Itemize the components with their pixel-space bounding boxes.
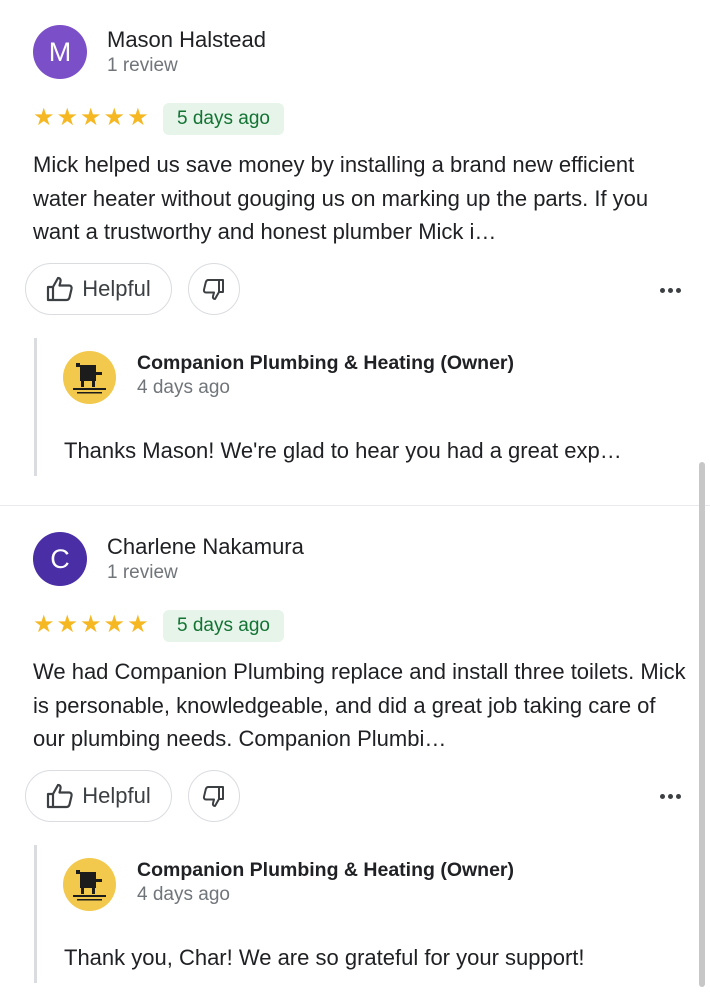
avatar[interactable]: M — [33, 25, 87, 79]
reply-date: 4 days ago — [137, 884, 230, 905]
not-helpful-button[interactable] — [188, 770, 240, 822]
star-rating: ★ ★ ★ ★ ★ — [33, 613, 149, 637]
helpful-button[interactable]: Helpful — [25, 263, 172, 315]
star-icon: ★ — [80, 104, 102, 131]
star-rating: ★ ★ ★ ★ ★ — [33, 106, 149, 130]
owner-reply-bar — [34, 338, 37, 476]
review-date-badge: 5 days ago — [163, 103, 284, 135]
thumbs-down-icon — [202, 786, 224, 807]
helpful-button[interactable]: Helpful — [25, 770, 172, 822]
star-icon: ★ — [127, 611, 149, 638]
more-options-button[interactable] — [652, 784, 688, 808]
review-card: M Mason Halstead 1 review ★ ★ ★ ★ ★ 5 da… — [0, 0, 710, 505]
owner-reply-text[interactable]: Thank you, Char! We are so grateful for … — [64, 945, 674, 971]
owner-logo[interactable] — [63, 858, 116, 911]
star-icon: ★ — [56, 104, 79, 131]
not-helpful-button[interactable] — [188, 263, 240, 315]
thumbs-down-icon — [202, 279, 224, 300]
star-icon: ★ — [103, 104, 126, 131]
helpful-label: Helpful — [82, 783, 151, 808]
review-text[interactable]: Mick helped us save money by installing … — [33, 148, 688, 249]
reviewer-name[interactable]: Charlene Nakamura — [107, 534, 304, 560]
star-icon: ★ — [33, 104, 55, 131]
review-count: 1 review — [107, 55, 178, 76]
review-divider — [0, 505, 710, 506]
owner-reply-text[interactable]: Thanks Mason! We're glad to hear you had… — [64, 438, 674, 464]
more-options-button[interactable] — [652, 278, 688, 302]
owner-name: Companion Plumbing & Heating (Owner) — [137, 352, 514, 374]
owner-name: Companion Plumbing & Heating (Owner) — [137, 859, 514, 881]
star-icon: ★ — [127, 104, 149, 131]
star-icon: ★ — [33, 611, 55, 638]
review-card: C Charlene Nakamura 1 review ★ ★ ★ ★ ★ 5… — [0, 507, 710, 1000]
review-date-badge: 5 days ago — [163, 610, 284, 642]
owner-logo[interactable] — [63, 351, 116, 404]
helpful-label: Helpful — [82, 276, 151, 301]
review-text[interactable]: We had Companion Plumbing replace and in… — [33, 655, 688, 756]
reply-date: 4 days ago — [137, 377, 230, 398]
owner-reply-bar — [34, 845, 37, 983]
thumbs-up-icon — [47, 276, 73, 302]
star-icon: ★ — [103, 611, 126, 638]
star-icon: ★ — [56, 611, 79, 638]
thumbs-up-icon — [47, 783, 73, 809]
reviewer-name[interactable]: Mason Halstead — [107, 27, 266, 53]
star-icon: ★ — [80, 611, 102, 638]
scrollbar[interactable] — [699, 462, 705, 987]
more-horizontal-icon — [659, 287, 665, 293]
more-horizontal-icon — [659, 793, 665, 799]
review-count: 1 review — [107, 562, 178, 583]
avatar[interactable]: C — [33, 532, 87, 586]
